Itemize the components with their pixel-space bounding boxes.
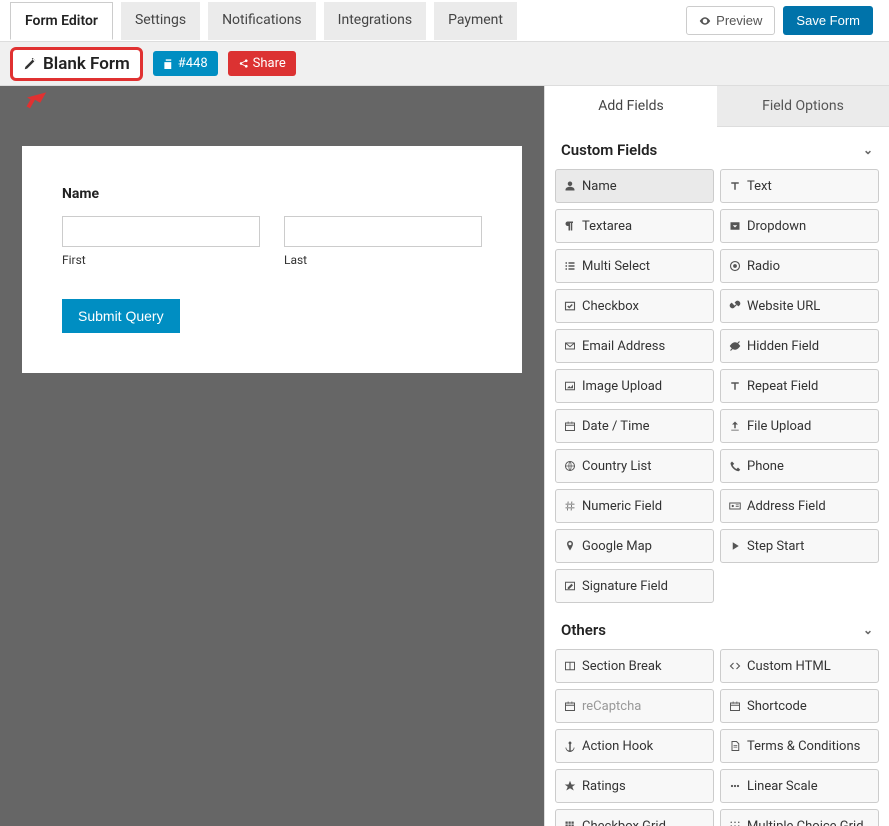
person-icon — [564, 180, 576, 192]
tab-notifications[interactable]: Notifications — [208, 2, 316, 40]
field-checkbox-grid[interactable]: Checkbox Grid — [555, 809, 714, 826]
tab-form-editor[interactable]: Form Editor — [10, 2, 113, 40]
field-multi-select[interactable]: Multi Select — [555, 249, 714, 283]
calendar-icon — [564, 420, 576, 432]
main-tabs: Form Editor Settings Notifications Integ… — [0, 2, 517, 40]
field-recaptcha[interactable]: reCaptcha — [555, 689, 714, 723]
field-ratings[interactable]: Ratings — [555, 769, 714, 803]
last-name-input[interactable] — [284, 216, 482, 247]
grid-m-icon — [729, 820, 741, 826]
field-repeat-field[interactable]: Repeat Field — [720, 369, 879, 403]
pencil-icon — [23, 57, 37, 71]
eye-slash-icon — [729, 340, 741, 352]
field-file-upload[interactable]: File Upload — [720, 409, 879, 443]
field-custom-html[interactable]: Custom HTML — [720, 649, 879, 683]
grid-icon — [564, 820, 576, 826]
T-icon — [729, 380, 741, 392]
pin-icon — [564, 540, 576, 552]
id-card-icon — [729, 500, 741, 512]
main-area: Name First Last Submit Query Add Fields … — [0, 86, 889, 826]
calendar-icon — [564, 700, 576, 712]
field-checkbox[interactable]: Checkbox — [555, 289, 714, 323]
pilcrow-icon — [564, 220, 576, 232]
copy-icon — [163, 58, 174, 69]
field-step-start[interactable]: Step Start — [720, 529, 879, 563]
field-text[interactable]: Text — [720, 169, 879, 203]
field-options-tab[interactable]: Field Options — [717, 86, 889, 127]
right-panel-tabs: Add Fields Field Options — [545, 86, 889, 127]
calendar-icon — [729, 700, 741, 712]
envelope-icon — [564, 340, 576, 352]
field-dropdown[interactable]: Dropdown — [720, 209, 879, 243]
field-multiple-choice-grid[interactable]: Multiple Choice Grid — [720, 809, 879, 826]
upload-icon — [729, 420, 741, 432]
eye-icon — [699, 15, 711, 27]
right-panel: Add Fields Field Options Custom Fields⌄ … — [544, 86, 889, 826]
caret-box-icon — [729, 220, 741, 232]
field-email-address[interactable]: Email Address — [555, 329, 714, 363]
check-icon — [564, 300, 576, 312]
tab-settings[interactable]: Settings — [121, 2, 200, 40]
share-icon — [238, 58, 249, 69]
form-name-edit[interactable]: Blank Form — [10, 47, 143, 81]
tab-integrations[interactable]: Integrations — [324, 2, 426, 40]
anchor-icon — [564, 740, 576, 752]
phone-icon — [729, 460, 741, 472]
field-website-url[interactable]: Website URL — [720, 289, 879, 323]
field-textarea[interactable]: Textarea — [555, 209, 714, 243]
pen-square-icon — [564, 580, 576, 592]
field-numeric-field[interactable]: Numeric Field — [555, 489, 714, 523]
field-phone[interactable]: Phone — [720, 449, 879, 483]
link-icon — [729, 300, 741, 312]
custom-fields-section-head[interactable]: Custom Fields⌄ — [545, 127, 889, 169]
field-address-field[interactable]: Address Field — [720, 489, 879, 523]
field-country-list[interactable]: Country List — [555, 449, 714, 483]
field-terms-conditions[interactable]: Terms & Conditions — [720, 729, 879, 763]
field-google-map[interactable]: Google Map — [555, 529, 714, 563]
chevron-down-icon: ⌄ — [863, 143, 873, 157]
field-date-time[interactable]: Date / Time — [555, 409, 714, 443]
field-section-break[interactable]: Section Break — [555, 649, 714, 683]
field-name[interactable]: Name — [555, 169, 714, 203]
hash-icon — [564, 500, 576, 512]
tab-payment[interactable]: Payment — [434, 2, 517, 40]
others-fields-grid: Section BreakCustom HTMLreCaptchaShortco… — [545, 649, 889, 826]
image-up-icon — [564, 380, 576, 392]
code-icon — [729, 660, 741, 672]
add-fields-tab[interactable]: Add Fields — [545, 86, 717, 127]
share-button[interactable]: Share — [228, 51, 296, 76]
columns-icon — [564, 660, 576, 672]
custom-fields-grid: NameTextTextareaDropdownMulti SelectRadi… — [545, 169, 889, 607]
field-signature-field[interactable]: Signature Field — [555, 569, 714, 603]
circle-dot-icon — [729, 260, 741, 272]
star-icon — [564, 780, 576, 792]
field-hidden-field[interactable]: Hidden Field — [720, 329, 879, 363]
submit-button[interactable]: Submit Query — [62, 299, 180, 333]
last-name-sublabel: Last — [284, 253, 482, 267]
save-form-button[interactable]: Save Form — [783, 6, 873, 35]
name-field-label: Name — [62, 186, 482, 202]
field-linear-scale[interactable]: Linear Scale — [720, 769, 879, 803]
topbar: Form Editor Settings Notifications Integ… — [0, 0, 889, 42]
field-radio[interactable]: Radio — [720, 249, 879, 283]
others-section-head[interactable]: Others⌄ — [545, 607, 889, 649]
dots-icon — [729, 780, 741, 792]
field-image-upload[interactable]: Image Upload — [555, 369, 714, 403]
first-name-input[interactable] — [62, 216, 260, 247]
T-icon — [729, 180, 741, 192]
subbar: Blank Form #448 Share — [0, 42, 889, 86]
chevron-down-icon: ⌄ — [863, 623, 873, 637]
play-icon — [729, 540, 741, 552]
form-card: Name First Last Submit Query — [22, 146, 522, 373]
list-icon — [564, 260, 576, 272]
doc-icon — [729, 740, 741, 752]
form-canvas[interactable]: Name First Last Submit Query — [0, 86, 544, 826]
field-shortcode[interactable]: Shortcode — [720, 689, 879, 723]
first-name-sublabel: First — [62, 253, 260, 267]
field-action-hook[interactable]: Action Hook — [555, 729, 714, 763]
preview-button[interactable]: Preview — [686, 6, 775, 35]
form-id-badge[interactable]: #448 — [153, 51, 218, 76]
globe-icon — [564, 460, 576, 472]
